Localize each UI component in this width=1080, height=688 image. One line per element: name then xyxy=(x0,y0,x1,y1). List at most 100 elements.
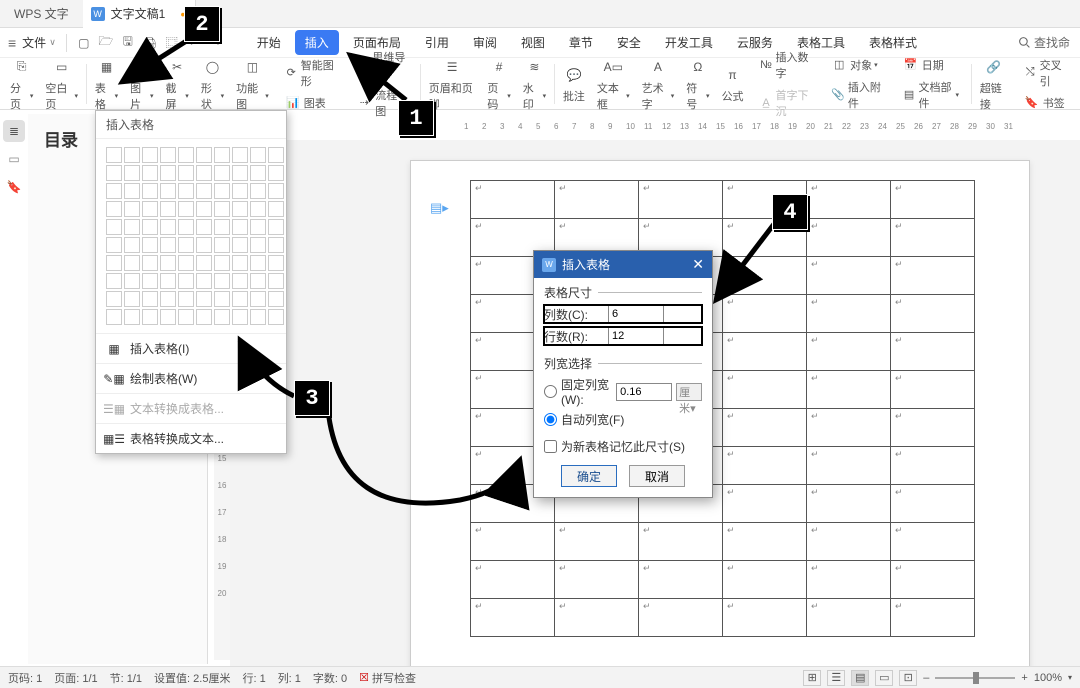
xref-button[interactable]: ⤭交叉引 xyxy=(1018,55,1072,91)
picker-cell[interactable] xyxy=(160,183,176,199)
picker-cell[interactable] xyxy=(142,273,158,289)
picker-cell[interactable] xyxy=(142,255,158,271)
picker-cell[interactable] xyxy=(106,309,122,325)
picker-cell[interactable] xyxy=(196,201,212,217)
file-menu[interactable]: 文件∨ xyxy=(22,34,56,51)
table-cell[interactable]: ↵ xyxy=(639,599,723,637)
paragraph-control-icon[interactable]: ▤▸ xyxy=(430,200,449,216)
table-cell[interactable]: ↵ xyxy=(807,447,891,485)
picker-cell[interactable] xyxy=(214,219,230,235)
picker-cell[interactable] xyxy=(232,165,248,181)
picker-cell[interactable] xyxy=(232,219,248,235)
table-cell[interactable]: ↵ xyxy=(723,257,807,295)
insert-table-menuitem[interactable]: ▦插入表格(I) xyxy=(96,333,286,363)
picker-cell[interactable] xyxy=(178,183,194,199)
picker-cell[interactable] xyxy=(124,165,140,181)
bookmark-button[interactable]: 🔖书签 xyxy=(1018,93,1072,113)
docpart-button[interactable]: ▤文档部件▾ xyxy=(897,77,965,113)
picker-cell[interactable] xyxy=(268,201,284,217)
picker-cell[interactable] xyxy=(232,273,248,289)
picker-cell[interactable] xyxy=(214,165,230,181)
picker-cell[interactable] xyxy=(142,291,158,307)
picker-cell[interactable] xyxy=(250,201,266,217)
table-cell[interactable]: ↵ xyxy=(555,599,639,637)
view-fullscreen-icon[interactable]: ⊡ xyxy=(899,670,917,686)
picker-cell[interactable] xyxy=(196,183,212,199)
picker-cell[interactable] xyxy=(214,273,230,289)
table-to-text-menuitem[interactable]: ▦☰表格转换成文本... xyxy=(96,423,286,453)
paging-button[interactable]: ⎘分页▾ xyxy=(4,56,39,112)
fixed-width-input[interactable] xyxy=(616,383,672,401)
table-cell[interactable]: ↵ xyxy=(807,219,891,257)
picker-cell[interactable] xyxy=(106,147,122,163)
fixed-width-radio[interactable] xyxy=(544,385,557,398)
date-button[interactable]: 📅日期 xyxy=(897,55,965,75)
picker-cell[interactable] xyxy=(196,255,212,271)
table-cell[interactable]: ↵ xyxy=(723,447,807,485)
smartart-button[interactable]: ⟳智能图形 xyxy=(279,55,343,91)
picker-cell[interactable] xyxy=(106,291,122,307)
picker-cell[interactable] xyxy=(160,219,176,235)
hyperlink-button[interactable]: 🔗超链接 xyxy=(974,56,1014,112)
tab-tablestyle[interactable]: 表格样式 xyxy=(859,30,927,55)
picker-cell[interactable] xyxy=(232,183,248,199)
table-cell[interactable]: ↵ xyxy=(723,485,807,523)
zoom-in-button[interactable]: + xyxy=(1021,672,1027,684)
tab-references[interactable]: 引用 xyxy=(415,30,459,55)
picker-cell[interactable] xyxy=(106,165,122,181)
view-outline-icon[interactable]: ☰ xyxy=(827,670,845,686)
picker-cell[interactable] xyxy=(142,309,158,325)
table-cell[interactable]: ↵ xyxy=(723,523,807,561)
picker-cell[interactable] xyxy=(232,201,248,217)
table-cell[interactable]: ↵ xyxy=(723,371,807,409)
table-cell[interactable]: ↵ xyxy=(723,409,807,447)
picker-cell[interactable] xyxy=(214,255,230,271)
picker-cell[interactable] xyxy=(178,309,194,325)
picker-cell[interactable] xyxy=(178,255,194,271)
picker-cell[interactable] xyxy=(196,219,212,235)
picker-cell[interactable] xyxy=(178,237,194,253)
picker-cell[interactable] xyxy=(124,291,140,307)
picker-cell[interactable] xyxy=(196,237,212,253)
qat-new-icon[interactable]: ▢ xyxy=(75,34,93,52)
picker-cell[interactable] xyxy=(250,309,266,325)
table-cell[interactable]: ↵ xyxy=(891,257,975,295)
picker-cell[interactable] xyxy=(106,273,122,289)
table-cell[interactable]: ↵ xyxy=(639,523,723,561)
picker-cell[interactable] xyxy=(214,291,230,307)
wordart-button[interactable]: A艺术字▾ xyxy=(636,56,681,112)
zoom-out-button[interactable]: – xyxy=(923,672,929,684)
picker-cell[interactable] xyxy=(160,255,176,271)
picker-cell[interactable] xyxy=(160,309,176,325)
picker-cell[interactable] xyxy=(268,165,284,181)
table-cell[interactable]: ↵ xyxy=(471,599,555,637)
picker-cell[interactable] xyxy=(124,309,140,325)
table-cell[interactable]: ↵ xyxy=(891,181,975,219)
table-cell[interactable]: ↵ xyxy=(807,561,891,599)
table-cell[interactable]: ↵ xyxy=(807,523,891,561)
comment-button[interactable]: 💬批注 xyxy=(557,64,591,104)
picker-cell[interactable] xyxy=(178,291,194,307)
table-cell[interactable]: ↵ xyxy=(723,561,807,599)
watermark-button[interactable]: ≋水印▾ xyxy=(517,56,552,112)
picker-cell[interactable] xyxy=(268,237,284,253)
picker-cell[interactable] xyxy=(268,183,284,199)
page-thumbs-icon[interactable]: ▭ xyxy=(3,148,25,170)
table-cell[interactable]: ↵ xyxy=(807,409,891,447)
picker-cell[interactable] xyxy=(268,219,284,235)
picker-cell[interactable] xyxy=(106,237,122,253)
table-cell[interactable]: ↵ xyxy=(891,599,975,637)
object-button[interactable]: ◫对象▾ xyxy=(825,55,889,75)
table-cell[interactable]: ↵ xyxy=(807,257,891,295)
status-pages[interactable]: 页面: 1/1 xyxy=(54,670,97,686)
table-cell[interactable]: ↵ xyxy=(891,409,975,447)
tab-start[interactable]: 开始 xyxy=(247,30,291,55)
picker-cell[interactable] xyxy=(142,183,158,199)
picker-cell[interactable] xyxy=(232,309,248,325)
picker-cell[interactable] xyxy=(250,237,266,253)
picker-cell[interactable] xyxy=(250,219,266,235)
table-cell[interactable]: ↵ xyxy=(555,561,639,599)
qat-print-icon[interactable]: 🖨 xyxy=(141,34,159,52)
unit-select[interactable]: 厘米▾ xyxy=(676,383,702,401)
picker-cell[interactable] xyxy=(142,237,158,253)
